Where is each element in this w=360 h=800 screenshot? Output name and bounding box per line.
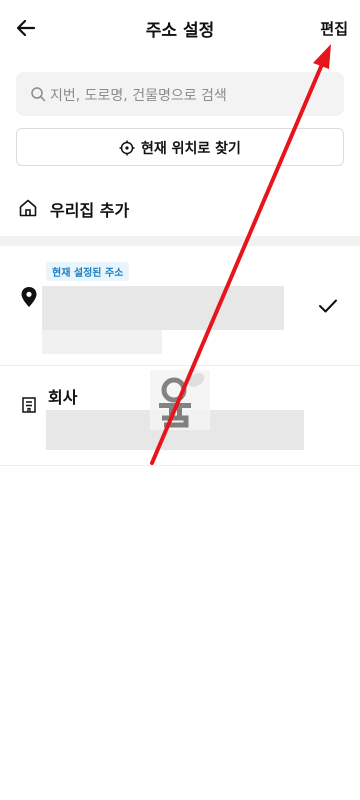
watermark-logo xyxy=(150,370,210,430)
address-item-current[interactable]: 현재 설정된 주소 xyxy=(0,246,360,366)
current-address-badge: 현재 설정된 주소 xyxy=(46,262,130,281)
crosshair-icon xyxy=(119,140,135,156)
search-input[interactable]: 지번, 도로명, 건물명으로 검색 xyxy=(16,72,344,116)
home-icon xyxy=(19,199,37,217)
edit-button[interactable]: 편집 xyxy=(320,18,348,39)
add-home-row[interactable]: 우리집 추가 xyxy=(0,188,360,232)
search-placeholder: 지번, 도로명, 건물명으로 검색 xyxy=(50,88,227,104)
search-icon xyxy=(31,87,46,102)
add-home-label: 우리집 추가 xyxy=(50,201,130,220)
building-icon xyxy=(22,397,36,413)
header-bar: 주소 설정 편집 xyxy=(0,0,360,58)
current-location-button[interactable]: 현재 위치로 찾기 xyxy=(16,128,344,166)
page-title: 주소 설정 xyxy=(145,21,215,41)
company-label: 회사 xyxy=(48,388,78,407)
redacted-address-detail xyxy=(42,330,162,354)
location-pin-icon xyxy=(21,287,37,307)
section-divider xyxy=(0,236,360,246)
current-location-label: 현재 위치로 찾기 xyxy=(141,141,241,157)
redacted-address-line xyxy=(42,286,284,330)
checkmark-icon xyxy=(319,299,337,313)
